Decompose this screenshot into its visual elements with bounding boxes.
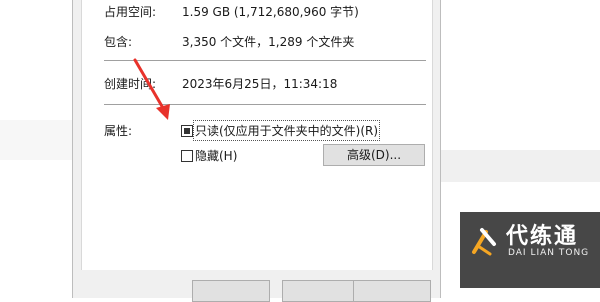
- watermark-logo: 代练通 DAI LIAN TONG: [460, 212, 600, 288]
- watermark-subtitle: DAI LIAN TONG: [508, 248, 590, 258]
- watermark-icon: [472, 228, 496, 256]
- watermark-title: 代练通: [506, 224, 579, 249]
